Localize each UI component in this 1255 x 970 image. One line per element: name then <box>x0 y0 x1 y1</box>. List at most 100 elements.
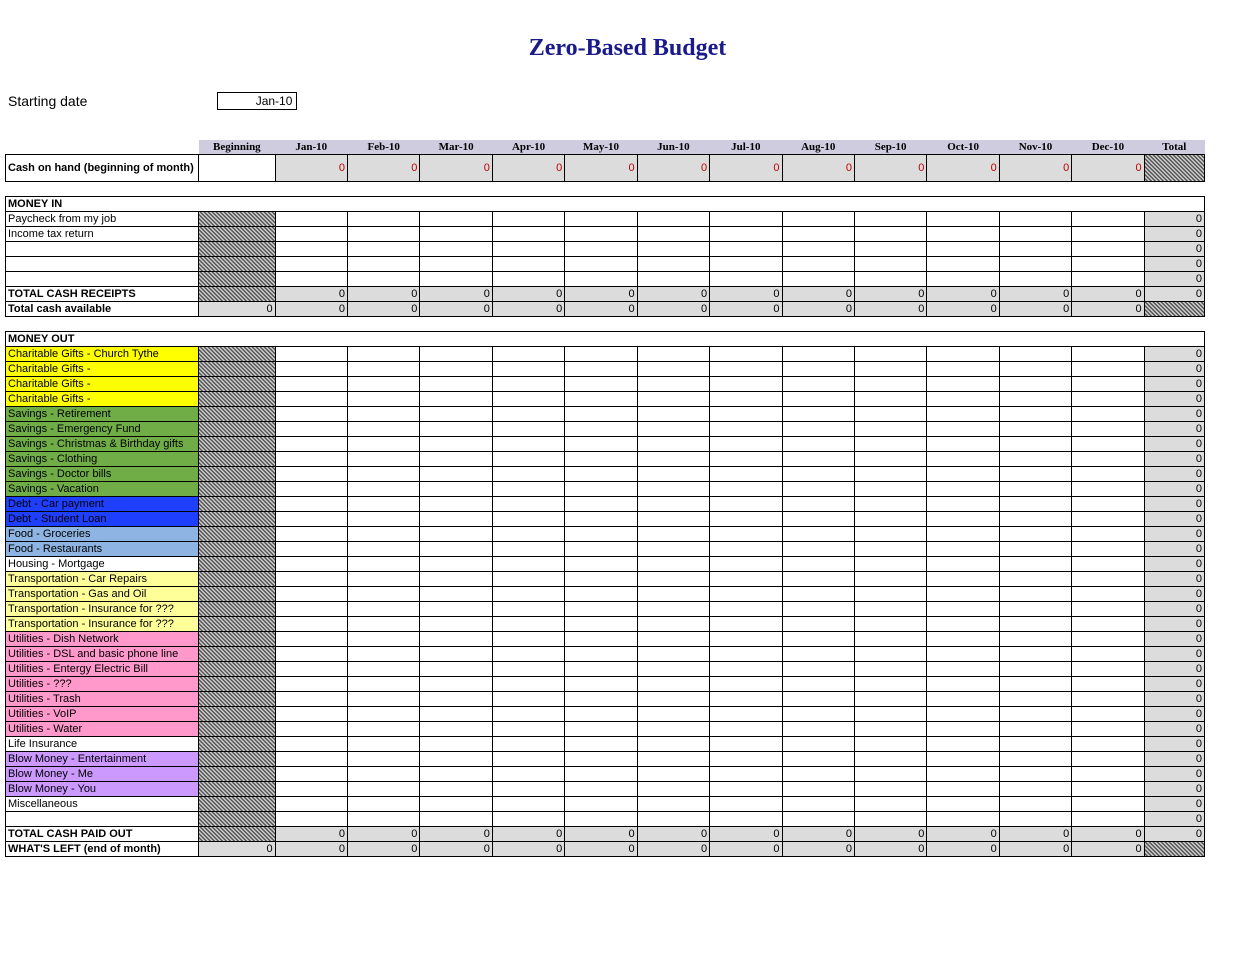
month-cell[interactable] <box>999 452 1071 467</box>
month-cell[interactable] <box>420 257 492 272</box>
month-cell[interactable] <box>347 662 419 677</box>
month-cell[interactable] <box>492 782 564 797</box>
month-cell[interactable] <box>710 737 782 752</box>
month-cell[interactable] <box>492 452 564 467</box>
money-in-label[interactable] <box>6 257 199 272</box>
month-cell[interactable] <box>1072 542 1144 557</box>
month-cell[interactable] <box>420 482 492 497</box>
month-cell[interactable] <box>854 617 926 632</box>
month-cell[interactable] <box>999 227 1071 242</box>
money-out-label[interactable]: Transportation - Gas and Oil <box>6 587 199 602</box>
money-in-label[interactable]: Paycheck from my job <box>6 212 199 227</box>
month-cell[interactable] <box>710 662 782 677</box>
month-cell[interactable] <box>420 767 492 782</box>
month-cell[interactable] <box>347 347 419 362</box>
month-cell[interactable] <box>347 707 419 722</box>
month-cell[interactable] <box>347 782 419 797</box>
month-cell[interactable] <box>782 212 854 227</box>
money-out-label[interactable]: Utilities - Trash <box>6 692 199 707</box>
month-cell[interactable] <box>1072 452 1144 467</box>
month-cell[interactable] <box>927 227 999 242</box>
month-cell[interactable] <box>637 677 709 692</box>
month-cell[interactable] <box>710 812 782 827</box>
month-cell[interactable] <box>275 812 347 827</box>
month-cell[interactable] <box>854 737 926 752</box>
month-cell[interactable] <box>420 707 492 722</box>
month-cell[interactable] <box>275 542 347 557</box>
month-cell[interactable] <box>854 482 926 497</box>
month-cell[interactable] <box>420 677 492 692</box>
money-out-label[interactable]: Utilities - Dish Network <box>6 632 199 647</box>
month-cell[interactable] <box>782 737 854 752</box>
month-cell[interactable] <box>637 272 709 287</box>
month-cell[interactable] <box>637 572 709 587</box>
month-cell[interactable] <box>710 407 782 422</box>
month-cell[interactable] <box>347 587 419 602</box>
month-cell[interactable] <box>347 692 419 707</box>
month-cell[interactable] <box>347 797 419 812</box>
money-out-label[interactable]: Savings - Doctor bills <box>6 467 199 482</box>
month-cell[interactable] <box>999 467 1071 482</box>
month-cell[interactable] <box>999 782 1071 797</box>
month-cell[interactable] <box>999 422 1071 437</box>
month-cell[interactable] <box>565 647 637 662</box>
month-cell[interactable] <box>854 407 926 422</box>
month-cell[interactable] <box>637 497 709 512</box>
month-cell[interactable] <box>1072 407 1144 422</box>
month-cell[interactable] <box>565 632 637 647</box>
month-cell[interactable] <box>565 437 637 452</box>
month-cell[interactable] <box>782 647 854 662</box>
month-cell[interactable] <box>420 752 492 767</box>
month-cell[interactable] <box>420 422 492 437</box>
month-cell[interactable] <box>927 557 999 572</box>
month-cell[interactable] <box>492 437 564 452</box>
cash-on-hand-value[interactable] <box>1144 155 1204 182</box>
month-cell[interactable] <box>854 272 926 287</box>
month-cell[interactable] <box>927 392 999 407</box>
month-cell[interactable] <box>710 767 782 782</box>
month-cell[interactable] <box>854 767 926 782</box>
month-cell[interactable] <box>782 557 854 572</box>
month-cell[interactable] <box>999 737 1071 752</box>
month-cell[interactable] <box>420 407 492 422</box>
month-cell[interactable] <box>999 542 1071 557</box>
month-cell[interactable] <box>275 257 347 272</box>
month-cell[interactable] <box>927 662 999 677</box>
month-cell[interactable] <box>275 602 347 617</box>
month-cell[interactable] <box>710 632 782 647</box>
month-cell[interactable] <box>782 752 854 767</box>
month-cell[interactable] <box>492 557 564 572</box>
month-cell[interactable] <box>710 212 782 227</box>
money-out-label[interactable]: Blow Money - Me <box>6 767 199 782</box>
month-cell[interactable] <box>492 407 564 422</box>
month-cell[interactable] <box>927 482 999 497</box>
month-cell[interactable] <box>854 362 926 377</box>
money-out-label[interactable]: Food - Groceries <box>6 527 199 542</box>
month-cell[interactable] <box>492 347 564 362</box>
month-cell[interactable] <box>927 272 999 287</box>
month-cell[interactable] <box>854 662 926 677</box>
money-out-label[interactable]: Savings - Christmas & Birthday gifts <box>6 437 199 452</box>
cash-on-hand-value[interactable]: 0 <box>999 155 1071 182</box>
month-cell[interactable] <box>492 422 564 437</box>
month-cell[interactable] <box>782 527 854 542</box>
month-cell[interactable] <box>782 722 854 737</box>
month-cell[interactable] <box>420 227 492 242</box>
month-cell[interactable] <box>782 422 854 437</box>
month-cell[interactable] <box>637 512 709 527</box>
starting-date-input[interactable]: Jan-10 <box>217 92 297 110</box>
month-cell[interactable] <box>1072 692 1144 707</box>
month-cell[interactable] <box>927 407 999 422</box>
month-cell[interactable] <box>782 467 854 482</box>
month-cell[interactable] <box>854 212 926 227</box>
month-cell[interactable] <box>347 752 419 767</box>
month-cell[interactable] <box>420 347 492 362</box>
money-out-label[interactable]: Transportation - Insurance for ??? <box>6 617 199 632</box>
month-cell[interactable] <box>275 482 347 497</box>
month-cell[interactable] <box>637 452 709 467</box>
cash-on-hand-value[interactable]: 0 <box>347 155 419 182</box>
month-cell[interactable] <box>565 812 637 827</box>
month-cell[interactable] <box>854 392 926 407</box>
month-cell[interactable] <box>1072 662 1144 677</box>
month-cell[interactable] <box>420 452 492 467</box>
